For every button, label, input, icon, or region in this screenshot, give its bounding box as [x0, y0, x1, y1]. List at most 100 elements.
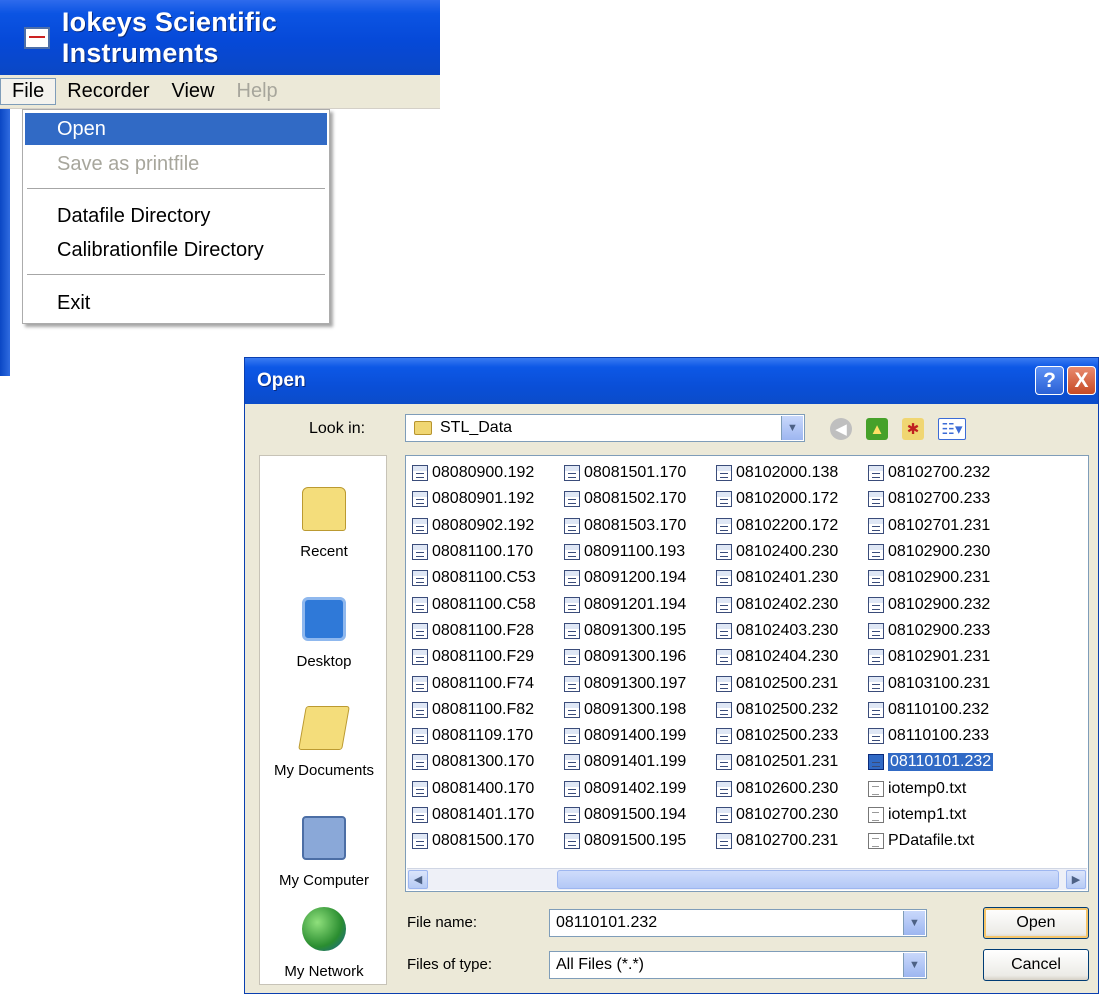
- file-item[interactable]: 08091200.194: [562, 565, 717, 591]
- file-item[interactable]: 08102900.231: [866, 565, 1021, 591]
- file-type-combobox[interactable]: All Files (*.*) ▼: [549, 951, 927, 979]
- file-item[interactable]: 08081500.170: [410, 828, 565, 854]
- file-item[interactable]: 08091500.195: [562, 828, 717, 854]
- file-item[interactable]: 08102700.230: [714, 802, 869, 828]
- file-item[interactable]: 08081401.170: [410, 802, 565, 828]
- file-item[interactable]: 08102901.231: [866, 644, 1021, 670]
- menu-item-exit[interactable]: Exit: [25, 287, 327, 319]
- file-item[interactable]: 08091401.199: [562, 749, 717, 775]
- place-my-documents[interactable]: My Documents: [260, 675, 388, 785]
- scroll-right-icon[interactable]: ▶: [1066, 870, 1086, 889]
- menu-item-open[interactable]: Open: [25, 113, 327, 145]
- file-item[interactable]: 08102600.230: [714, 776, 869, 802]
- file-item[interactable]: 08110100.232: [866, 697, 1021, 723]
- file-item[interactable]: 08102401.230: [714, 565, 869, 591]
- menu-item-datafile-directory[interactable]: Datafile Directory: [25, 200, 327, 232]
- file-item[interactable]: 08091300.198: [562, 697, 717, 723]
- file-item[interactable]: 08091500.194: [562, 802, 717, 828]
- file-item[interactable]: 08091300.195: [562, 618, 717, 644]
- file-item[interactable]: 08102400.230: [714, 539, 869, 565]
- chevron-down-icon[interactable]: ▼: [903, 911, 925, 935]
- file-item[interactable]: 08081100.F28: [410, 618, 565, 644]
- file-item[interactable]: 08081100.C53: [410, 565, 565, 591]
- file-item[interactable]: 08080902.192: [410, 513, 565, 539]
- file-item[interactable]: 08102900.230: [866, 539, 1021, 565]
- file-item[interactable]: 08102402.230: [714, 591, 869, 617]
- file-item[interactable]: 08081400.170: [410, 776, 565, 802]
- file-item[interactable]: 08102000.172: [714, 486, 869, 512]
- file-item[interactable]: 08081501.170: [562, 460, 717, 486]
- file-item[interactable]: 08091300.196: [562, 644, 717, 670]
- file-item[interactable]: 08081300.170: [410, 749, 565, 775]
- scroll-left-icon[interactable]: ◀: [408, 870, 428, 889]
- file-item[interactable]: 08091100.193: [562, 539, 717, 565]
- file-item[interactable]: 08102700.233: [866, 486, 1021, 512]
- menu-item-calibrationfile-directory[interactable]: Calibrationfile Directory: [25, 234, 327, 266]
- file-item[interactable]: 08102500.231: [714, 670, 869, 696]
- menu-help[interactable]: Help: [226, 75, 289, 108]
- file-name-combobox[interactable]: 08110101.232 ▼: [549, 909, 927, 937]
- open-button[interactable]: Open: [983, 907, 1089, 939]
- views-menu-icon[interactable]: ☷▾: [938, 418, 966, 440]
- data-file-icon: [412, 570, 428, 587]
- chevron-down-icon[interactable]: ▼: [781, 416, 803, 440]
- place-recent[interactable]: Recent: [260, 456, 388, 566]
- close-button[interactable]: X: [1067, 366, 1096, 395]
- data-file-icon: [868, 465, 884, 482]
- file-item[interactable]: 08091300.197: [562, 670, 717, 696]
- new-folder-icon[interactable]: ✱: [902, 418, 924, 440]
- file-item[interactable]: 08091201.194: [562, 591, 717, 617]
- file-item[interactable]: iotemp1.txt: [866, 802, 1021, 828]
- file-item[interactable]: iotemp0.txt: [866, 776, 1021, 802]
- app-title-bar[interactable]: Iokeys Scientific Instruments: [0, 0, 440, 75]
- horizontal-scrollbar[interactable]: ◀ ▶: [407, 868, 1087, 890]
- file-item[interactable]: 08102501.231: [714, 749, 869, 775]
- file-item[interactable]: 08102500.232: [714, 697, 869, 723]
- file-item[interactable]: 08080900.192: [410, 460, 565, 486]
- file-item[interactable]: 08103100.231: [866, 670, 1021, 696]
- file-item[interactable]: 08102000.138: [714, 460, 869, 486]
- file-item[interactable]: 08102900.233: [866, 618, 1021, 644]
- chevron-down-icon[interactable]: ▼: [903, 953, 925, 977]
- place-my-network[interactable]: My Network: [260, 876, 388, 986]
- file-item[interactable]: 08110101.232: [866, 749, 1021, 775]
- up-folder-icon[interactable]: ▲: [866, 418, 888, 440]
- file-item[interactable]: 08080901.192: [410, 486, 565, 512]
- dialog-title: Open: [257, 370, 306, 391]
- file-menu-dropdown: Open Save as printfile Datafile Director…: [22, 109, 330, 324]
- menu-recorder[interactable]: Recorder: [56, 75, 160, 108]
- file-item[interactable]: 08081503.170: [562, 513, 717, 539]
- file-item[interactable]: 08081109.170: [410, 723, 565, 749]
- file-item[interactable]: 08081502.170: [562, 486, 717, 512]
- menu-item-save-as-printfile[interactable]: Save as printfile: [25, 148, 327, 180]
- file-item[interactable]: 08081100.F29: [410, 644, 565, 670]
- menu-view[interactable]: View: [161, 75, 226, 108]
- file-item[interactable]: 08081100.F82: [410, 697, 565, 723]
- file-list[interactable]: 08080900.192 08080901.192 08080902.192 0808…: [405, 455, 1089, 892]
- file-item[interactable]: 08091400.199: [562, 723, 717, 749]
- file-item[interactable]: 08091402.199: [562, 776, 717, 802]
- file-item[interactable]: 08102500.233: [714, 723, 869, 749]
- file-item[interactable]: 08102700.231: [714, 828, 869, 854]
- file-name: 08110101.232: [886, 752, 995, 773]
- file-item[interactable]: 08081100.170: [410, 539, 565, 565]
- file-item[interactable]: PDatafile.txt: [866, 828, 1021, 854]
- back-icon[interactable]: ◀: [830, 418, 852, 440]
- dialog-title-bar[interactable]: Open ? X: [245, 358, 1098, 404]
- file-item[interactable]: 08102700.232: [866, 460, 1021, 486]
- help-button[interactable]: ?: [1035, 366, 1064, 395]
- look-in-combobox[interactable]: STL_Data ▼: [405, 414, 805, 442]
- file-item[interactable]: 08102403.230: [714, 618, 869, 644]
- file-item[interactable]: 08102200.172: [714, 513, 869, 539]
- file-item[interactable]: 08110100.233: [866, 723, 1021, 749]
- file-item[interactable]: 08102900.232: [866, 591, 1021, 617]
- file-item[interactable]: 08081100.C58: [410, 591, 565, 617]
- file-item[interactable]: 08102404.230: [714, 644, 869, 670]
- file-item[interactable]: 08081100.F74: [410, 670, 565, 696]
- file-item[interactable]: 08102701.231: [866, 513, 1021, 539]
- scrollbar-thumb[interactable]: [557, 870, 1059, 889]
- menu-file[interactable]: File: [0, 78, 57, 105]
- place-desktop[interactable]: Desktop: [260, 566, 388, 676]
- file-name-label: File name:: [407, 914, 478, 931]
- cancel-button[interactable]: Cancel: [983, 949, 1089, 981]
